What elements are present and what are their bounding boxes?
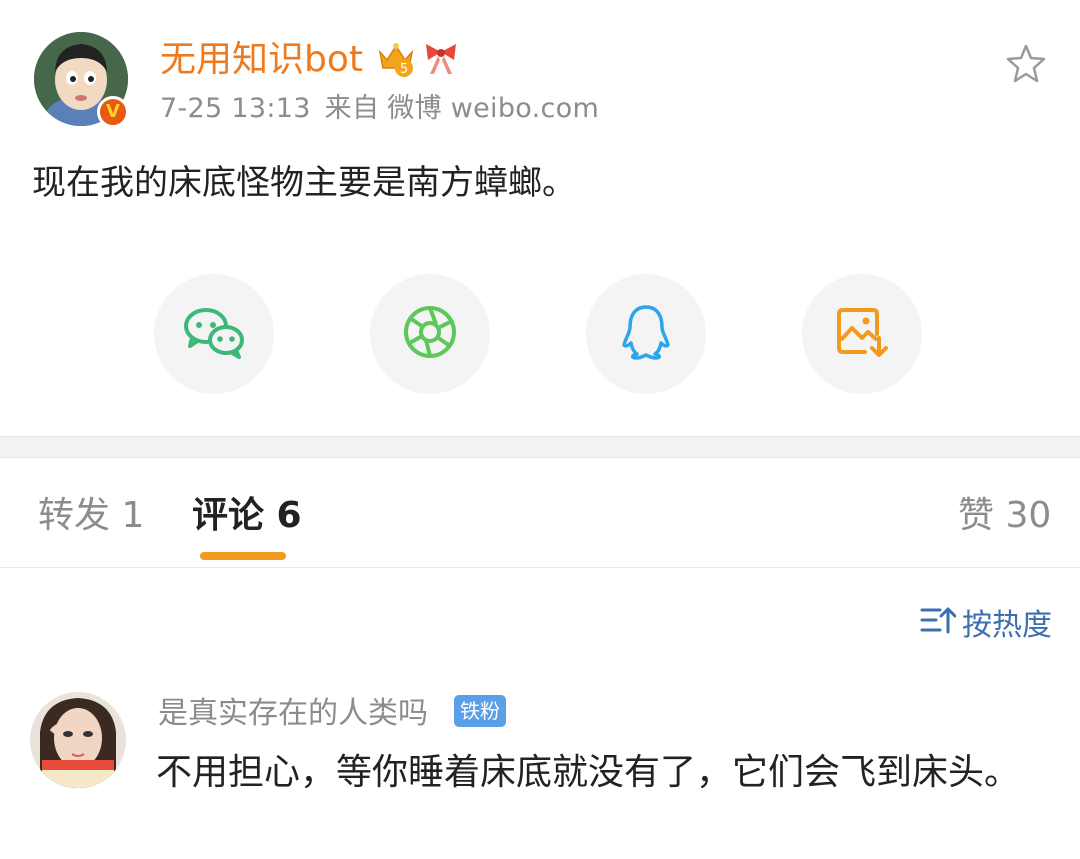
post-header: V 无用知识bot 5 7-25 13:13 来自 微博 weibo.com: [0, 0, 1080, 140]
save-image-icon: [835, 304, 889, 364]
sort-icon: [920, 604, 962, 647]
verified-badge: V: [97, 96, 129, 128]
comment-text: 不用担心，等你睡着床底就没有了，它们会飞到床头。: [156, 752, 1021, 793]
vip-crown-icon[interactable]: 5: [376, 38, 416, 82]
post-text: 现在我的床底怪物主要是南方蟑螂。: [32, 163, 576, 203]
tab-comments[interactable]: 评论 6: [192, 494, 302, 538]
post-source-prefix: 来自: [324, 93, 380, 124]
share-wechat-button[interactable]: [154, 274, 274, 394]
fan-badge: 铁粉: [454, 695, 506, 727]
save-image-button[interactable]: [802, 274, 922, 394]
moments-icon: [402, 304, 458, 364]
post-source: 微博 weibo.com: [387, 93, 600, 124]
post-timestamp: 7-25 13:13: [160, 93, 311, 124]
post-meta: 7-25 13:13 来自 微博 weibo.com: [160, 92, 613, 126]
author-name[interactable]: 无用知识bot: [160, 38, 363, 82]
wechat-icon: [182, 304, 246, 364]
tab-reposts[interactable]: 转发 1: [38, 494, 144, 538]
gift-bow-icon[interactable]: [420, 38, 462, 82]
tab-likes[interactable]: 赞 30: [958, 494, 1051, 538]
star-outline-icon[interactable]: [1004, 42, 1048, 90]
share-moments-button[interactable]: [370, 274, 490, 394]
share-qq-button[interactable]: [586, 274, 706, 394]
share-row: [0, 274, 1080, 394]
qq-icon: [620, 303, 672, 365]
commenter-name[interactable]: 是真实存在的人类吗: [158, 694, 428, 734]
section-divider: [0, 436, 1080, 458]
sort-by-hot-button[interactable]: 按热度: [920, 604, 1052, 647]
active-tab-indicator: [200, 552, 286, 560]
commenter-avatar[interactable]: [30, 692, 126, 788]
level-number: 5: [400, 62, 408, 77]
sort-label: 按热度: [962, 607, 1052, 643]
interaction-tabs: 转发 1 评论 6 赞 30: [0, 458, 1080, 568]
